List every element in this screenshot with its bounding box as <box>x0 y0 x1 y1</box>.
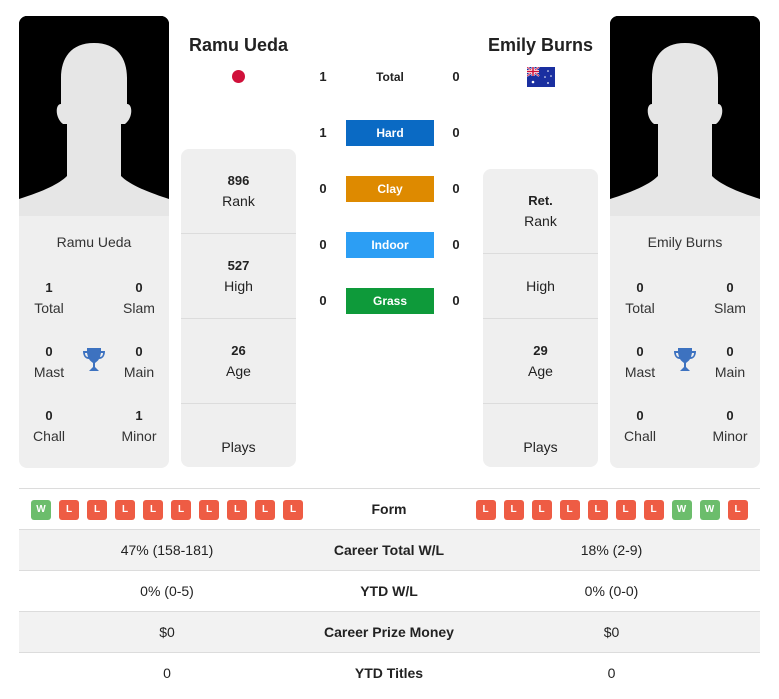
player2-name[interactable]: Emily Burns <box>483 35 598 56</box>
silhouette-icon <box>19 16 169 216</box>
form-badge-loss[interactable]: L <box>475 499 496 520</box>
player1-main-titles: 0 Main <box>123 344 155 380</box>
trophy-icon <box>82 347 106 373</box>
trophy-icon <box>673 347 697 373</box>
form-badge-win[interactable]: W <box>671 499 692 520</box>
player1-slam-titles: 0 Slam <box>123 280 155 316</box>
player2-rank: Ret. Rank <box>483 169 598 254</box>
player1-mast-titles: 0 Mast <box>33 344 65 380</box>
comparison-table: WLLLLLLLLL Form LLLLLLLWWL 47% (158-181)… <box>19 488 760 694</box>
form-badge-loss[interactable]: L <box>171 499 191 520</box>
form-badge-loss[interactable]: L <box>199 499 219 520</box>
australia-flag-icon <box>526 66 555 87</box>
h2h-row-hard: 1 Hard 0 <box>300 120 480 146</box>
form-badge-loss[interactable]: L <box>59 499 79 520</box>
form-badge-loss[interactable]: L <box>143 499 163 520</box>
form-badge-loss[interactable]: L <box>283 499 303 520</box>
form-badge-loss[interactable]: L <box>227 499 247 520</box>
form-row: WLLLLLLLLL Form LLLLLLLWWL <box>19 489 760 530</box>
h2h-row-total: 1 Total 0 <box>300 64 480 90</box>
surface-indoor-badge[interactable]: Indoor <box>346 232 434 258</box>
player1-minor-titles: 1 Minor <box>121 408 157 444</box>
form-badge-loss[interactable]: L <box>115 499 135 520</box>
surface-total-label: Total <box>376 70 404 84</box>
player2-chall-titles: 0 Chall <box>624 408 656 444</box>
player1-form: WLLLLLLLLL <box>19 489 315 530</box>
player2-info-panel: Ret. Rank High 29 Age Plays <box>483 169 598 467</box>
player1-high: 527 High <box>181 234 296 319</box>
form-badge-loss[interactable]: L <box>503 499 524 520</box>
surface-clay-badge[interactable]: Clay <box>346 176 434 202</box>
player1-info-panel: 896 Rank 527 High 26 Age Plays <box>181 149 296 467</box>
player2-form: LLLLLLLWWL <box>463 489 760 530</box>
player1-chall-titles: 0 Chall <box>33 408 65 444</box>
player1-rank: 896 Rank <box>181 149 296 234</box>
player2-main-titles: 0 Main <box>714 344 746 380</box>
h2h-row-grass: 0 Grass 0 <box>300 288 480 314</box>
form-badge-loss[interactable]: L <box>87 499 107 520</box>
form-badge-loss[interactable]: L <box>531 499 552 520</box>
player1-photo <box>19 16 169 216</box>
form-badge-loss[interactable]: L <box>643 499 664 520</box>
h2h-row-clay: 0 Clay 0 <box>300 176 480 202</box>
player1-card: Ramu Ueda 1 Total 0 Slam 0 Mast 0 Main 0… <box>19 216 169 468</box>
player2-minor-titles: 0 Minor <box>712 408 748 444</box>
form-badge-win[interactable]: W <box>699 499 720 520</box>
japan-flag-icon <box>232 70 245 83</box>
player2-mast-titles: 0 Mast <box>624 344 656 380</box>
form-badge-loss[interactable]: L <box>559 499 580 520</box>
form-badge-loss[interactable]: L <box>587 499 608 520</box>
form-badge-win[interactable]: W <box>31 499 51 520</box>
player1-card-name: Ramu Ueda <box>56 234 132 250</box>
h2h-row-indoor: 0 Indoor 0 <box>300 232 480 258</box>
table-row: 0% (0-5) YTD W/L 0% (0-0) <box>19 571 760 612</box>
player2-total-titles: 0 Total <box>625 280 655 316</box>
form-badge-loss[interactable]: L <box>615 499 636 520</box>
surface-grass-badge[interactable]: Grass <box>346 288 434 314</box>
player2-high: High <box>483 254 598 319</box>
form-label: Form <box>371 501 407 517</box>
player1-plays: Plays <box>221 438 256 455</box>
form-badge-loss[interactable]: L <box>255 499 275 520</box>
player1-total-titles: 1 Total <box>34 280 64 316</box>
surface-hard-badge[interactable]: Hard <box>346 120 434 146</box>
form-badge-loss[interactable]: L <box>727 499 748 520</box>
table-row: $0 Career Prize Money $0 <box>19 612 760 653</box>
player2-card-name: Emily Burns <box>647 234 723 250</box>
player2-card: Emily Burns 0 Total 0 Slam 0 Mast 0 Main… <box>610 216 760 468</box>
player2-plays: Plays <box>523 438 558 455</box>
table-row: 47% (158-181) Career Total W/L 18% (2-9) <box>19 530 760 571</box>
player2-age: 29 Age <box>483 319 598 404</box>
player1-age: 26 Age <box>181 319 296 404</box>
table-row: 0 YTD Titles 0 <box>163 665 616 681</box>
player2-slam-titles: 0 Slam <box>714 280 746 316</box>
silhouette-icon <box>610 16 760 216</box>
player1-name[interactable]: Ramu Ueda <box>181 35 296 56</box>
player2-photo <box>610 16 760 216</box>
